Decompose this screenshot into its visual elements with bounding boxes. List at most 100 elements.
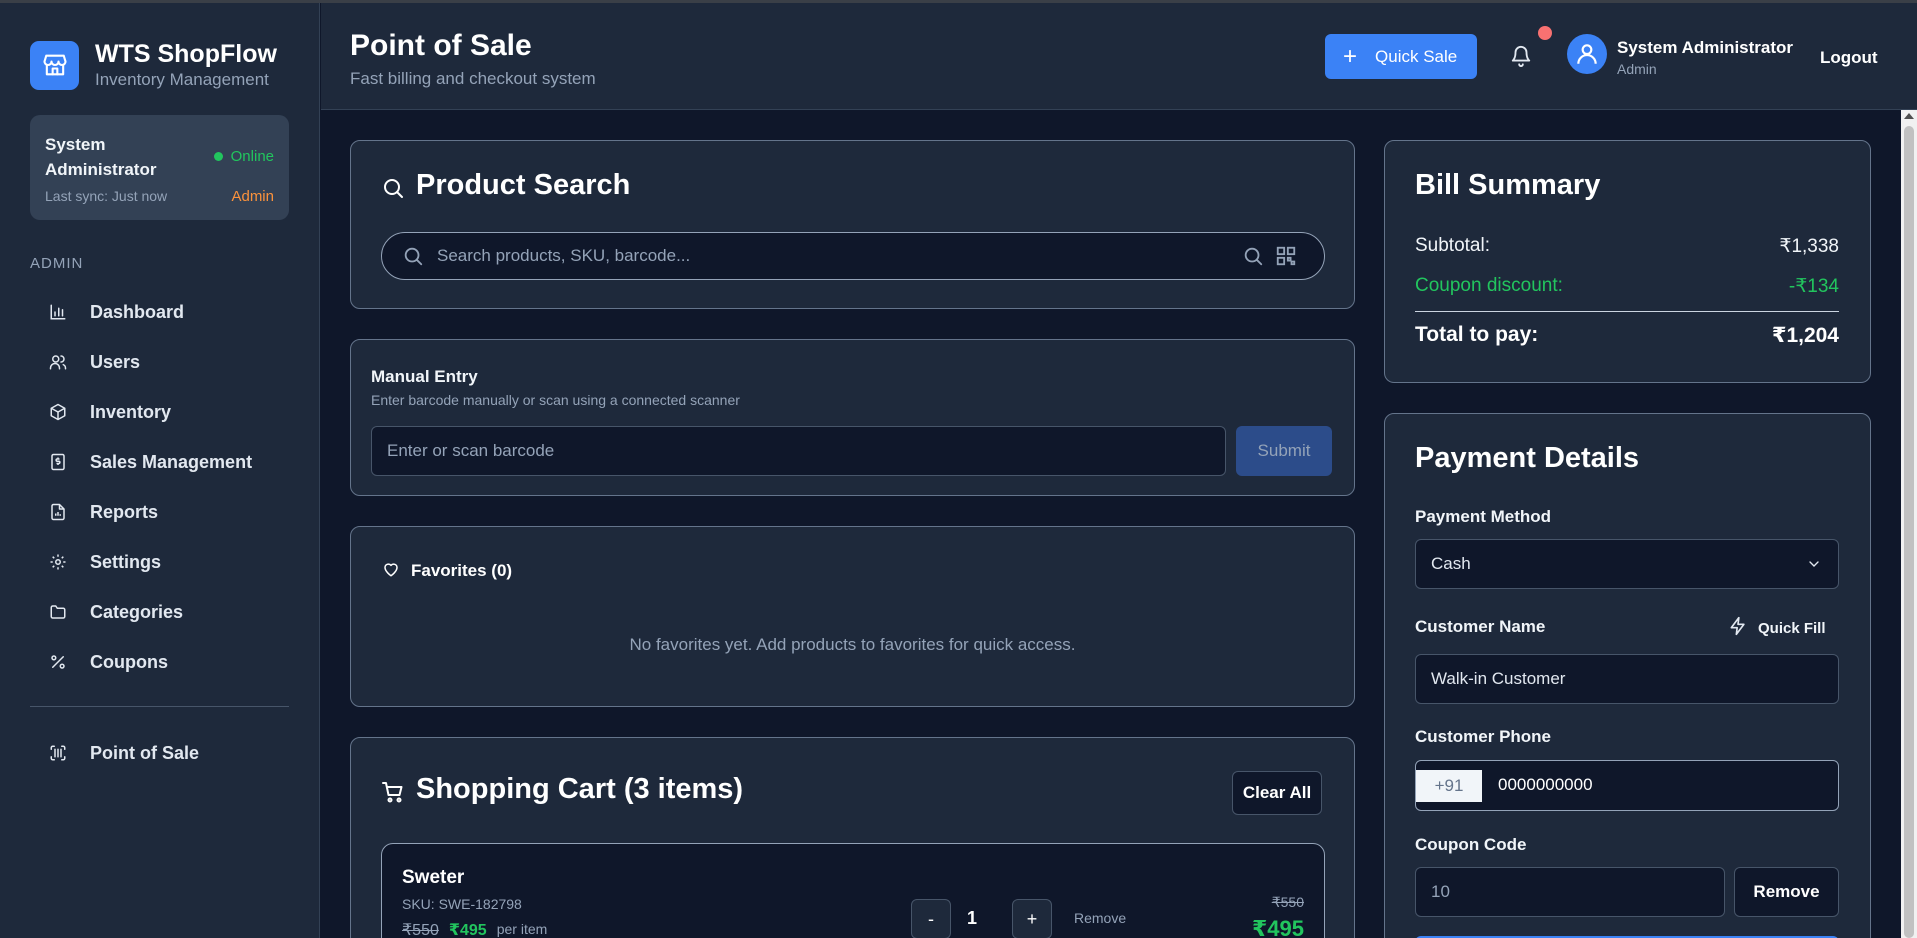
- sidebar-item-label: Dashboard: [90, 301, 185, 322]
- chevron-down-icon: [1806, 556, 1822, 577]
- sidebar-item-users[interactable]: Users: [30, 337, 289, 387]
- clear-all-button[interactable]: Clear All: [1232, 771, 1322, 815]
- product-search-card: Product Search Search products, SKU, bar…: [350, 140, 1355, 309]
- users-icon: [48, 352, 68, 372]
- brand[interactable]: WTS ShopFlow Inventory Management: [30, 39, 277, 91]
- scroll-up-arrow[interactable]: [1904, 113, 1914, 119]
- folder-icon: [48, 602, 68, 622]
- barcode-input[interactable]: Enter or scan barcode: [371, 426, 1226, 476]
- sidebar-item-label: Categories: [90, 601, 184, 622]
- customer-name-field[interactable]: Walk-in Customer: [1415, 654, 1839, 704]
- sidebar-item-sales-management[interactable]: Sales Management: [30, 437, 289, 487]
- total-value: ₹1,204: [1771, 324, 1839, 347]
- cart-item-price: ₹495: [448, 922, 487, 938]
- submit-button[interactable]: Submit: [1236, 426, 1332, 476]
- customer-name-label: Customer Name: [1415, 617, 1546, 636]
- scrollbar-thumb[interactable]: [1904, 126, 1914, 938]
- sidebar-pos-section: Point of Sale: [30, 728, 289, 778]
- quick-sale-label: Quick Sale: [1375, 46, 1458, 66]
- bar-chart-icon: [48, 302, 68, 322]
- sidebar-item-point-of-sale[interactable]: Point of Sale: [30, 728, 289, 778]
- role-badge: Admin: [231, 188, 274, 205]
- top-header: Point of Sale Fast billing and checkout …: [321, 3, 1917, 110]
- decrement-button[interactable]: -: [911, 899, 951, 938]
- sidebar-item-reports[interactable]: Reports: [30, 487, 289, 537]
- shopping-cart-title: Shopping Cart (3 items): [416, 773, 744, 805]
- quick-fill-button[interactable]: Quick Fill: [1728, 616, 1826, 641]
- payment-details-card: Payment Details Payment Method Cash Cust…: [1384, 413, 1871, 938]
- line-total: ₹495: [1251, 916, 1304, 938]
- sidebar-item-settings[interactable]: Settings: [30, 537, 289, 587]
- qr-code-icon[interactable]: [1275, 245, 1297, 272]
- cart-item-per-item: per item: [496, 921, 548, 937]
- subtotal-value: ₹1,338: [1779, 236, 1839, 257]
- product-search-title: Product Search: [416, 169, 631, 201]
- customer-phone-label: Customer Phone: [1415, 727, 1552, 746]
- manual-entry-title: Manual Entry: [371, 367, 478, 386]
- quick-sale-button[interactable]: + Quick Sale: [1325, 34, 1477, 79]
- manual-entry-card: Manual Entry Enter barcode manually or s…: [350, 339, 1355, 496]
- plus-icon: +: [1343, 42, 1358, 70]
- report-icon: [48, 502, 68, 522]
- phone-country-code: +91: [1416, 770, 1482, 802]
- summary-divider: [1415, 311, 1839, 312]
- cart-item-unit-price: ₹550 ₹495 per item: [402, 920, 547, 938]
- payment-details-title: Payment Details: [1415, 442, 1640, 474]
- increment-button[interactable]: +: [1012, 899, 1052, 938]
- cart-item-sku: SKU: SWE-182798: [402, 896, 522, 912]
- cart-icon: [381, 780, 405, 809]
- package-icon: [48, 402, 68, 422]
- sidebar-item-dashboard[interactable]: Dashboard: [30, 287, 289, 337]
- cart-item-orig-price: ₹550: [402, 922, 439, 938]
- user-card-name: System Administrator: [45, 135, 157, 179]
- favorites-card: Favorites (0) No favorites yet. Add prod…: [350, 526, 1355, 707]
- sidebar-item-label: Settings: [90, 551, 162, 572]
- coupon-discount-row: Coupon discount: -₹134: [1415, 275, 1839, 298]
- subtotal-label: Subtotal:: [1415, 235, 1490, 256]
- coupon-code-input[interactable]: 10: [1415, 867, 1725, 917]
- product-search-input[interactable]: Search products, SKU, barcode...: [381, 232, 1325, 280]
- payment-method-select[interactable]: Cash: [1415, 539, 1839, 589]
- search-submit-icon[interactable]: [1242, 245, 1264, 272]
- coupon-discount-value: -₹134: [1788, 276, 1839, 297]
- coupon-discount-label: Coupon discount:: [1415, 275, 1563, 296]
- phone-value: 0000000000: [1498, 775, 1593, 794]
- nav-heading: ADMIN: [30, 255, 84, 272]
- line-orig-total: ₹550: [1271, 894, 1304, 910]
- search-icon: [381, 176, 405, 205]
- coupon-code-label: Coupon Code: [1415, 835, 1527, 854]
- cart-item: Sweter SKU: SWE-182798 ₹550 ₹495 per ite…: [381, 843, 1325, 938]
- heart-icon: [381, 560, 401, 583]
- brand-subtitle: Inventory Management: [95, 70, 269, 89]
- percent-icon: [48, 652, 68, 672]
- sidebar-item-inventory[interactable]: Inventory: [30, 387, 289, 437]
- coupon-remove-button[interactable]: Remove: [1734, 867, 1839, 917]
- gear-icon: [48, 552, 68, 572]
- remove-item-button[interactable]: Remove: [1074, 910, 1126, 926]
- nav-divider: [30, 706, 289, 707]
- sidebar: WTS ShopFlow Inventory Management System…: [0, 3, 320, 938]
- last-sync: Last sync: Just now: [45, 188, 168, 204]
- status-badge: Online: [213, 148, 274, 165]
- sidebar-item-categories[interactable]: Categories: [30, 587, 289, 637]
- barcode-scan-icon: [48, 743, 68, 763]
- sidebar-nav: Dashboard Users Inventory Sales Manageme…: [30, 287, 289, 687]
- sidebar-item-coupons[interactable]: Coupons: [30, 637, 289, 687]
- receipt-icon: [48, 452, 68, 472]
- sidebar-item-label: Reports: [90, 501, 159, 522]
- status-label: Online: [230, 148, 274, 165]
- lightning-icon: [1728, 616, 1748, 641]
- bell-icon[interactable]: [1510, 45, 1534, 69]
- brand-name: WTS ShopFlow: [95, 40, 277, 68]
- customer-phone-field[interactable]: +91 0000000000: [1415, 760, 1839, 811]
- search-icon: [402, 245, 424, 272]
- notification-dot: [1538, 26, 1552, 40]
- cart-item-name: Sweter: [402, 867, 465, 888]
- total-label: Total to pay:: [1415, 323, 1539, 346]
- avatar[interactable]: [1567, 34, 1607, 74]
- subtotal-row: Subtotal: ₹1,338: [1415, 235, 1839, 258]
- bill-summary-title: Bill Summary: [1415, 169, 1601, 201]
- favorites-title: Favorites (0): [411, 561, 513, 580]
- favorites-empty-message: No favorites yet. Add products to favori…: [629, 635, 1076, 654]
- logout-button[interactable]: Logout: [1820, 48, 1878, 68]
